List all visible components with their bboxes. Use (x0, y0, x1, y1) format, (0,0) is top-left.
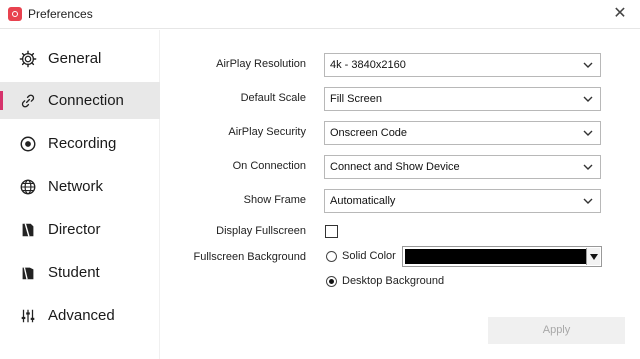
select-value: Automatically (330, 195, 396, 207)
display-fullscreen-label: Display Fullscreen (216, 225, 306, 237)
select-value: Fill Screen (330, 93, 382, 105)
apply-button[interactable]: Apply (488, 317, 625, 344)
sidebar-item-label: Network (48, 178, 104, 195)
color-swatch (405, 249, 586, 264)
select-value: 4k - 3840x2160 (330, 59, 406, 71)
app-logo-icon (8, 7, 22, 21)
sidebar-item-label: Director (48, 221, 101, 238)
title-bar: Preferences ✕ (0, 0, 640, 29)
default-scale-label: Default Scale (240, 92, 306, 104)
desktop-background-radio[interactable] (326, 276, 337, 287)
chevron-down-icon (583, 130, 593, 136)
default-scale-select[interactable]: Fill Screen (324, 87, 601, 111)
select-value: Onscreen Code (330, 127, 408, 139)
airplay-security-label: AirPlay Security (228, 126, 306, 138)
airplay-security-row: AirPlay Security Onscreen Code (161, 121, 640, 145)
sidebar-item-label: Recording (48, 135, 117, 152)
triangle-down-icon (589, 253, 598, 260)
solid-color-label: Solid Color (342, 250, 396, 262)
fullscreen-background-row: Fullscreen Background Solid Color (161, 246, 640, 270)
on-connection-select[interactable]: Connect and Show Device (324, 155, 601, 179)
sidebar-item-general[interactable]: General (0, 40, 160, 77)
sliders-icon (19, 307, 37, 325)
window-title: Preferences (28, 7, 93, 21)
sidebar-item-director[interactable]: Director (0, 211, 160, 248)
airplay-resolution-row: AirPlay Resolution 4k - 3840x2160 (161, 53, 640, 77)
fullscreen-background-label: Fullscreen Background (193, 251, 306, 263)
airplay-security-select[interactable]: Onscreen Code (324, 121, 601, 145)
on-connection-label: On Connection (232, 160, 306, 172)
desktop-background-label: Desktop Background (342, 275, 445, 287)
sidebar-item-label: Advanced (48, 307, 115, 324)
sidebar-item-recording[interactable]: Recording (0, 125, 160, 162)
show-frame-select[interactable]: Automatically (324, 189, 601, 213)
desktop-background-row: Desktop Background (161, 271, 640, 295)
sidebar-item-student[interactable]: Student (0, 254, 160, 291)
default-scale-row: Default Scale Fill Screen (161, 87, 640, 111)
close-button[interactable]: ✕ (608, 2, 632, 26)
display-fullscreen-row: Display Fullscreen (161, 222, 640, 246)
display-fullscreen-checkbox[interactable] (325, 225, 338, 238)
airplay-resolution-select[interactable]: 4k - 3840x2160 (324, 53, 601, 77)
record-icon (19, 135, 37, 153)
show-frame-label: Show Frame (243, 194, 306, 206)
show-frame-row: Show Frame Automatically (161, 189, 640, 213)
sidebar-item-label: Student (48, 264, 100, 281)
chevron-down-icon (583, 62, 593, 68)
sidebar-item-network[interactable]: Network (0, 168, 160, 205)
gear-icon (19, 50, 37, 68)
airplay-resolution-label: AirPlay Resolution (216, 58, 306, 70)
globe-icon (19, 178, 37, 196)
solid-color-radio[interactable] (326, 251, 337, 262)
director-icon (19, 221, 37, 239)
select-value: Connect and Show Device (330, 161, 460, 173)
sidebar-item-label: General (48, 50, 102, 67)
background-color-picker[interactable] (402, 246, 602, 267)
color-dropdown-button[interactable] (586, 248, 600, 265)
chevron-down-icon (583, 96, 593, 102)
sidebar-item-label: Connection (48, 92, 124, 109)
sidebar-item-advanced[interactable]: Advanced (0, 297, 160, 334)
on-connection-row: On Connection Connect and Show Device (161, 155, 640, 179)
chevron-down-icon (583, 198, 593, 204)
sidebar-item-connection[interactable]: Connection (0, 82, 160, 119)
connection-settings-panel: AirPlay Resolution 4k - 3840x2160 Defaul… (161, 30, 640, 359)
chevron-down-icon (583, 164, 593, 170)
student-icon (19, 264, 37, 282)
link-icon (19, 92, 37, 110)
sidebar: General Connection Recording Network Dir… (0, 30, 160, 359)
